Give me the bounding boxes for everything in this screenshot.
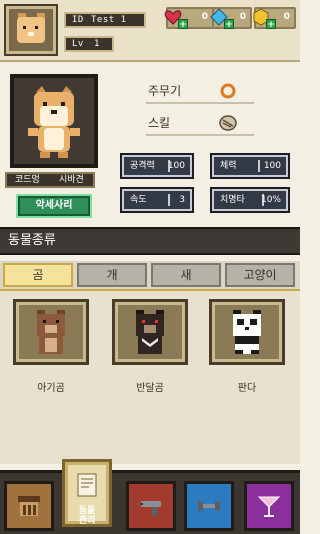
diamond-count: 0 xyxy=(239,12,246,22)
level-value: 1 xyxy=(94,39,100,49)
dog-face-icon xyxy=(17,17,45,43)
animal-name: 아기곰 xyxy=(37,383,65,394)
stat-crit-value: 10% xyxy=(260,195,281,205)
nav-training[interactable] xyxy=(184,481,234,531)
animal-card-baby-bear[interactable] xyxy=(13,299,89,365)
baby-bear-icon xyxy=(37,310,65,354)
gun-icon xyxy=(141,501,161,516)
stat-divider xyxy=(168,194,170,206)
animal-card-moon-bear[interactable] xyxy=(112,299,188,365)
animal-card-panda[interactable] xyxy=(209,299,285,365)
add-diamond-icon[interactable]: + xyxy=(224,19,234,30)
tab-dog[interactable]: 개 xyxy=(77,263,147,287)
heart-count: 0 xyxy=(201,12,208,22)
level-pill: Lv 1 xyxy=(64,36,114,52)
shiba-dog-icon xyxy=(14,78,94,164)
gold-resource[interactable]: + 0 xyxy=(253,7,296,30)
animal-name: 반달곰 xyxy=(136,383,164,394)
bottom-nav: 동물 관리 xyxy=(0,459,300,534)
level-label: Lv xyxy=(72,39,84,49)
skill-row[interactable]: 스킬 xyxy=(146,110,254,136)
add-heart-icon[interactable]: + xyxy=(178,19,188,30)
stat-attack-value: 100 xyxy=(167,161,185,171)
stat-hp: 체력 100 xyxy=(212,155,288,177)
tab-bird[interactable]: 새 xyxy=(151,263,221,287)
nav-active-label-line1: 동물 xyxy=(78,506,96,516)
animal-tabs: 곰 개 새 고양이 xyxy=(0,261,300,289)
section-title: 동물종류 xyxy=(0,227,300,255)
weapon-label: 주무기 xyxy=(148,84,182,98)
avatar[interactable] xyxy=(6,6,56,54)
nav-active-label-line2: 관리 xyxy=(78,516,96,526)
moon-bear-icon xyxy=(136,310,164,354)
tab-bear[interactable]: 곰 xyxy=(3,263,73,287)
scroll-icon[interactable] xyxy=(218,113,238,133)
dumbbell-icon xyxy=(198,501,220,511)
skill-label: 스킬 xyxy=(148,116,171,130)
weapon-row[interactable]: 주무기 xyxy=(146,78,254,104)
id-pill: ID Test 1 xyxy=(64,12,146,28)
nav-active-label: 동물 관리 xyxy=(65,506,109,526)
animal-name: 판다 xyxy=(237,383,257,394)
character-breed: 시바견 xyxy=(59,175,84,185)
stat-hp-value: 100 xyxy=(263,161,281,171)
character-nameplate: 코드멍 시바견 xyxy=(5,172,95,188)
gold-count: 0 xyxy=(283,12,290,22)
character-nick: 코드멍 xyxy=(15,175,40,185)
top-bar: ID Test 1 Lv 1 + 0 + 0 + 0 xyxy=(0,0,300,62)
stat-crit: 치명타 10% xyxy=(212,189,288,211)
nav-weapon[interactable] xyxy=(126,481,176,531)
cocktail-icon xyxy=(257,496,281,517)
stat-attack: 공격력 100 xyxy=(122,155,192,177)
animal-list: 아기곰 반달곰 판다 xyxy=(0,289,300,464)
heart-resource[interactable]: + 0 xyxy=(164,7,214,30)
id-label: ID xyxy=(72,15,84,25)
add-gold-icon[interactable]: + xyxy=(266,19,276,30)
stat-speed-key: 속도 xyxy=(130,195,147,205)
character-portrait xyxy=(10,74,98,168)
stat-speed-value: 3 xyxy=(179,195,185,205)
nav-bar[interactable] xyxy=(244,481,294,531)
shop-icon xyxy=(18,496,40,516)
stat-speed: 속도 3 xyxy=(122,189,192,211)
ring-icon[interactable] xyxy=(218,81,238,101)
stat-divider xyxy=(258,160,260,172)
nav-animal-manage[interactable]: 동물 관리 xyxy=(62,459,112,527)
id-value: Test 1 xyxy=(91,15,127,25)
stat-attack-key: 공격력 xyxy=(130,161,155,171)
nav-shop[interactable] xyxy=(4,481,54,531)
tab-cat[interactable]: 고양이 xyxy=(225,263,295,287)
stat-hp-key: 체력 xyxy=(220,161,237,171)
stat-crit-key: 치명타 xyxy=(220,195,245,205)
scroll-paper-icon xyxy=(77,473,97,497)
panda-icon xyxy=(233,310,261,354)
accessory-button[interactable]: 악세사리 xyxy=(18,196,90,216)
diamond-resource[interactable]: + 0 xyxy=(210,7,252,30)
